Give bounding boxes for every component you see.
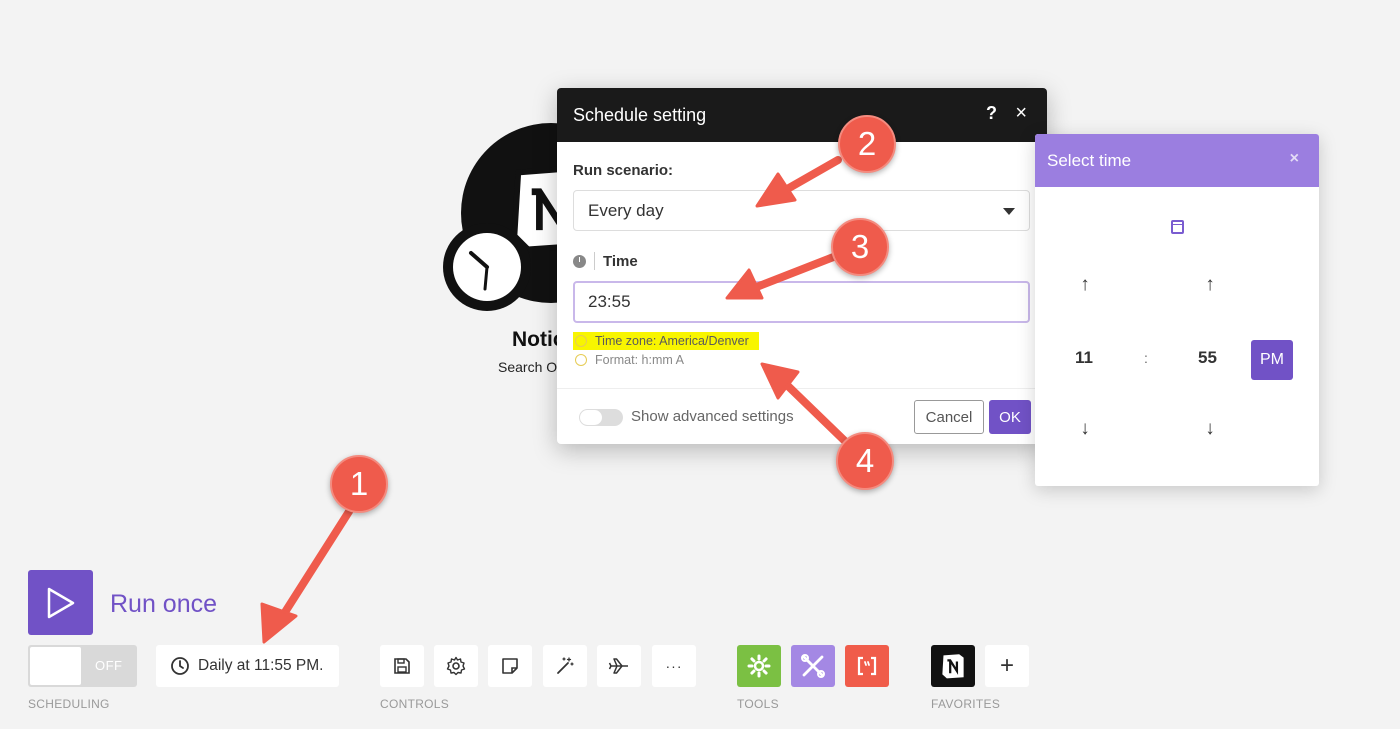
- run-once-label[interactable]: Run once: [110, 590, 217, 619]
- tools-group-label: TOOLS: [737, 697, 779, 711]
- annotation-badge-3: 3: [831, 218, 889, 276]
- gear-icon: [747, 654, 771, 678]
- minute-down-arrow-icon[interactable]: ↓: [1200, 418, 1220, 440]
- minute-up-arrow-icon[interactable]: ↑: [1200, 274, 1220, 296]
- clock-icon: [573, 254, 586, 268]
- notion-logo-icon: [942, 654, 964, 679]
- flow-control-tool[interactable]: [737, 645, 781, 687]
- note-icon: [502, 658, 518, 674]
- close-icon[interactable]: ×: [1290, 150, 1299, 168]
- schedule-summary-button[interactable]: Daily at 11:55 PM.: [156, 645, 339, 687]
- controls-group-label: CONTROLS: [380, 697, 450, 711]
- time-input[interactable]: [573, 281, 1030, 323]
- advanced-settings-toggle[interactable]: [579, 409, 623, 426]
- advanced-settings-label: Show advanced settings: [631, 408, 794, 425]
- save-button[interactable]: [380, 645, 424, 687]
- annotation-badge-2: 2: [838, 115, 896, 173]
- airplane-icon: [608, 658, 628, 674]
- help-icon[interactable]: ?: [986, 103, 997, 124]
- text-parser-tool[interactable]: [845, 645, 889, 687]
- annotation-badge-1: 1: [330, 455, 388, 513]
- hour-up-arrow-icon[interactable]: ↑: [1075, 274, 1095, 296]
- select-time-header: Select time ×: [1035, 134, 1319, 187]
- dialog-header: Schedule setting ? ×: [557, 88, 1047, 142]
- format-hint: Format: h:mm A: [573, 353, 684, 367]
- time-label-row: Time: [573, 252, 638, 270]
- run-once-button[interactable]: [28, 570, 93, 635]
- schedule-summary-text: Daily at 11:55 PM.: [198, 657, 324, 674]
- add-favorite-button[interactable]: +: [985, 645, 1029, 687]
- globe-icon: [575, 335, 587, 347]
- select-time-panel: Select time × ↑ ↑ 11 : 55 PM ↓ ↓: [1035, 134, 1319, 486]
- divider: [594, 252, 595, 270]
- magic-wand-icon: [557, 657, 574, 674]
- wrench-screwdriver-icon: [801, 654, 825, 678]
- scheduling-toggle[interactable]: OFF: [28, 645, 137, 687]
- dialog-footer: Show advanced settings Cancel OK: [557, 388, 1047, 444]
- clock-icon: [171, 657, 189, 675]
- clock-badge-icon: [443, 223, 531, 311]
- favorites-group-label: FAVORITES: [931, 697, 1001, 711]
- run-scenario-select[interactable]: Every day: [573, 190, 1030, 231]
- minute-value[interactable]: 55: [1198, 348, 1217, 368]
- save-icon: [394, 658, 410, 674]
- hour-down-arrow-icon[interactable]: ↓: [1075, 418, 1095, 440]
- close-icon[interactable]: ×: [1015, 102, 1027, 125]
- dialog-title: Schedule setting: [573, 104, 707, 125]
- chevron-down-icon: [1003, 208, 1015, 215]
- format-text: Format: h:mm A: [595, 353, 684, 367]
- annotation-badge-4: 4: [836, 432, 894, 490]
- gear-icon: [446, 656, 466, 676]
- time-label: Time: [603, 252, 638, 270]
- toggle-state: OFF: [95, 658, 123, 673]
- bracket-icon: [857, 656, 877, 676]
- module-subtitle: Search O: [498, 359, 558, 375]
- notes-button[interactable]: [488, 645, 532, 687]
- ampm-toggle-button[interactable]: PM: [1251, 340, 1293, 380]
- schedule-setting-dialog: Schedule setting ? × Run scenario: Every…: [557, 88, 1047, 444]
- more-options-button[interactable]: ···: [652, 645, 696, 687]
- auto-align-button[interactable]: [543, 645, 587, 687]
- run-scenario-value: Every day: [588, 200, 664, 220]
- timezone-text: Time zone: America/Denver: [595, 334, 749, 348]
- calendar-icon[interactable]: [1171, 220, 1184, 234]
- hour-value[interactable]: 11: [1075, 348, 1093, 368]
- settings-button[interactable]: [434, 645, 478, 687]
- explain-flow-button[interactable]: [597, 645, 641, 687]
- clock-icon: [575, 354, 587, 366]
- scheduling-group-label: SCHEDULING: [28, 697, 110, 711]
- select-time-title: Select time: [1047, 150, 1132, 170]
- run-scenario-label: Run scenario:: [573, 162, 674, 179]
- tools-tool[interactable]: [791, 645, 835, 687]
- ok-button[interactable]: OK: [989, 400, 1031, 434]
- cancel-button[interactable]: Cancel: [914, 400, 984, 434]
- timezone-hint: Time zone: America/Denver: [573, 332, 759, 350]
- toggle-knob: [30, 647, 81, 685]
- notion-favorite[interactable]: [931, 645, 975, 687]
- play-icon: [47, 587, 74, 618]
- time-colon: :: [1144, 350, 1148, 366]
